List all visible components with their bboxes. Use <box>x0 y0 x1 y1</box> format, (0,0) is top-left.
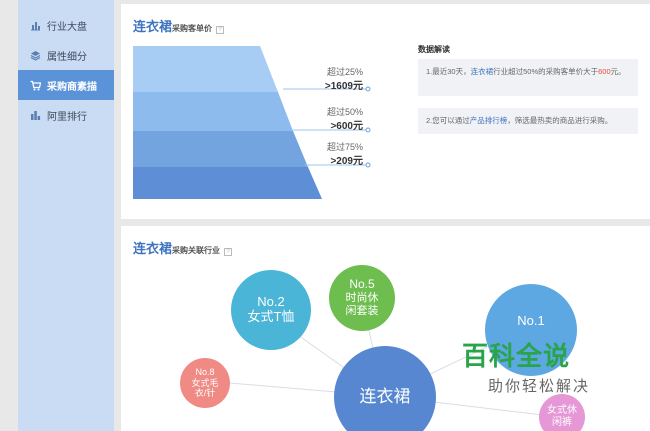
funnel-value: >1609元 <box>324 81 363 92</box>
sidebar-item-label: 行业大盘 <box>47 21 87 33</box>
bubble-rank: No.1 <box>517 313 545 328</box>
bubble-name: 女式休 <box>547 405 577 416</box>
layers-icon <box>30 50 41 61</box>
funnel-value: >600元 <box>330 121 363 132</box>
insight-box-2: 2.您可以通过产品排行榜，筛选最热卖的商品进行采购。 <box>418 108 638 134</box>
bubble-rank-5[interactable]: No.5 时尚休 闲套装 <box>329 265 395 331</box>
funnel-tier-1 <box>133 46 278 92</box>
funnel-tier-2 <box>133 92 293 131</box>
section-title-main: 连衣裙 <box>133 19 173 34</box>
ranking-icon <box>31 110 41 120</box>
product-ranking-link[interactable]: 产品排行榜 <box>470 116 508 125</box>
sidebar-item-industry-overview[interactable]: 行业大盘 <box>18 10 114 40</box>
price-funnel: 超过25% >1609元 超过50% >600元 超过75% >209元 <box>133 46 373 206</box>
sidebar-item-ali-ranking[interactable]: 阿里排行 <box>18 100 114 130</box>
help-icon[interactable]: ? <box>216 26 225 34</box>
funnel-tier-3 <box>133 131 308 167</box>
purchase-price-card: 连衣裙 采购客单价 ? 超过25% >1609元 超过50% >600元 超过7… <box>121 4 650 219</box>
section-title: 连衣裙 采购客单价 ? <box>133 16 225 35</box>
section-title-sub: 采购客单价 <box>172 24 213 33</box>
highlight-value: 600 <box>598 67 611 76</box>
bubble-name: 衣/针 <box>194 388 216 399</box>
sidebar: 行业大盘 属性细分 采购商素描 阿里排行 <box>18 0 114 431</box>
bubble-rank: No.2 <box>257 294 285 310</box>
sidebar-item-label: 属性细分 <box>47 51 87 63</box>
insight-text: 1.最近30天， <box>426 67 471 76</box>
watermark-title: 百科全说 <box>462 342 571 372</box>
related-industries-card: 连衣裙 采购关联行业 ? No.2 女式T恤 No.5 时尚休 闲套装 No.1… <box>121 226 650 431</box>
insight-text: ，筛选最热卖的商品进行采购。 <box>507 116 613 125</box>
cart-icon <box>30 80 41 90</box>
bubble-name: 闲套装 <box>345 304 379 317</box>
sidebar-item-attribute-breakdown[interactable]: 属性细分 <box>18 40 114 70</box>
sidebar-item-label: 采购商素描 <box>47 81 97 93</box>
insight-box-1: 1.最近30天，连衣裙行业超过50%的采购客单价大于600元。 <box>418 59 638 96</box>
insight-text: 元。 <box>610 67 626 76</box>
funnel-value: >209元 <box>330 156 363 167</box>
bubble-rank: No.8 <box>195 367 215 378</box>
bubble-name: 女式T恤 <box>247 309 295 324</box>
bubble-name: 连衣裙 <box>359 387 411 407</box>
watermark: 百科全说 助你轻松解决 <box>462 336 610 396</box>
bubble-name: 女式毛 <box>191 377 219 388</box>
bubble-rank: No.5 <box>349 277 375 292</box>
bubble-rank-2[interactable]: No.2 女式T恤 <box>231 270 311 350</box>
sidebar-item-buyer-profile[interactable]: 采购商素描 <box>18 70 114 100</box>
insight-title: 数据解读 <box>418 45 450 54</box>
insight-text: 2.您可以通过 <box>426 116 470 125</box>
industry-link[interactable]: 连衣裙 <box>471 67 494 76</box>
bubble-rank-8[interactable]: No.8 女式毛 衣/针 <box>180 358 230 408</box>
bubble-name: 闲裤 <box>552 416 572 428</box>
watermark-subtitle: 助你轻松解决 <box>488 377 591 395</box>
funnel-tier-4 <box>133 167 322 199</box>
insight-text: 行业超过50%的采购客单价大于 <box>493 67 599 76</box>
bubble-name: 时尚休 <box>345 292 379 305</box>
bar-chart-icon <box>31 21 40 30</box>
sidebar-item-label: 阿里排行 <box>47 111 87 123</box>
